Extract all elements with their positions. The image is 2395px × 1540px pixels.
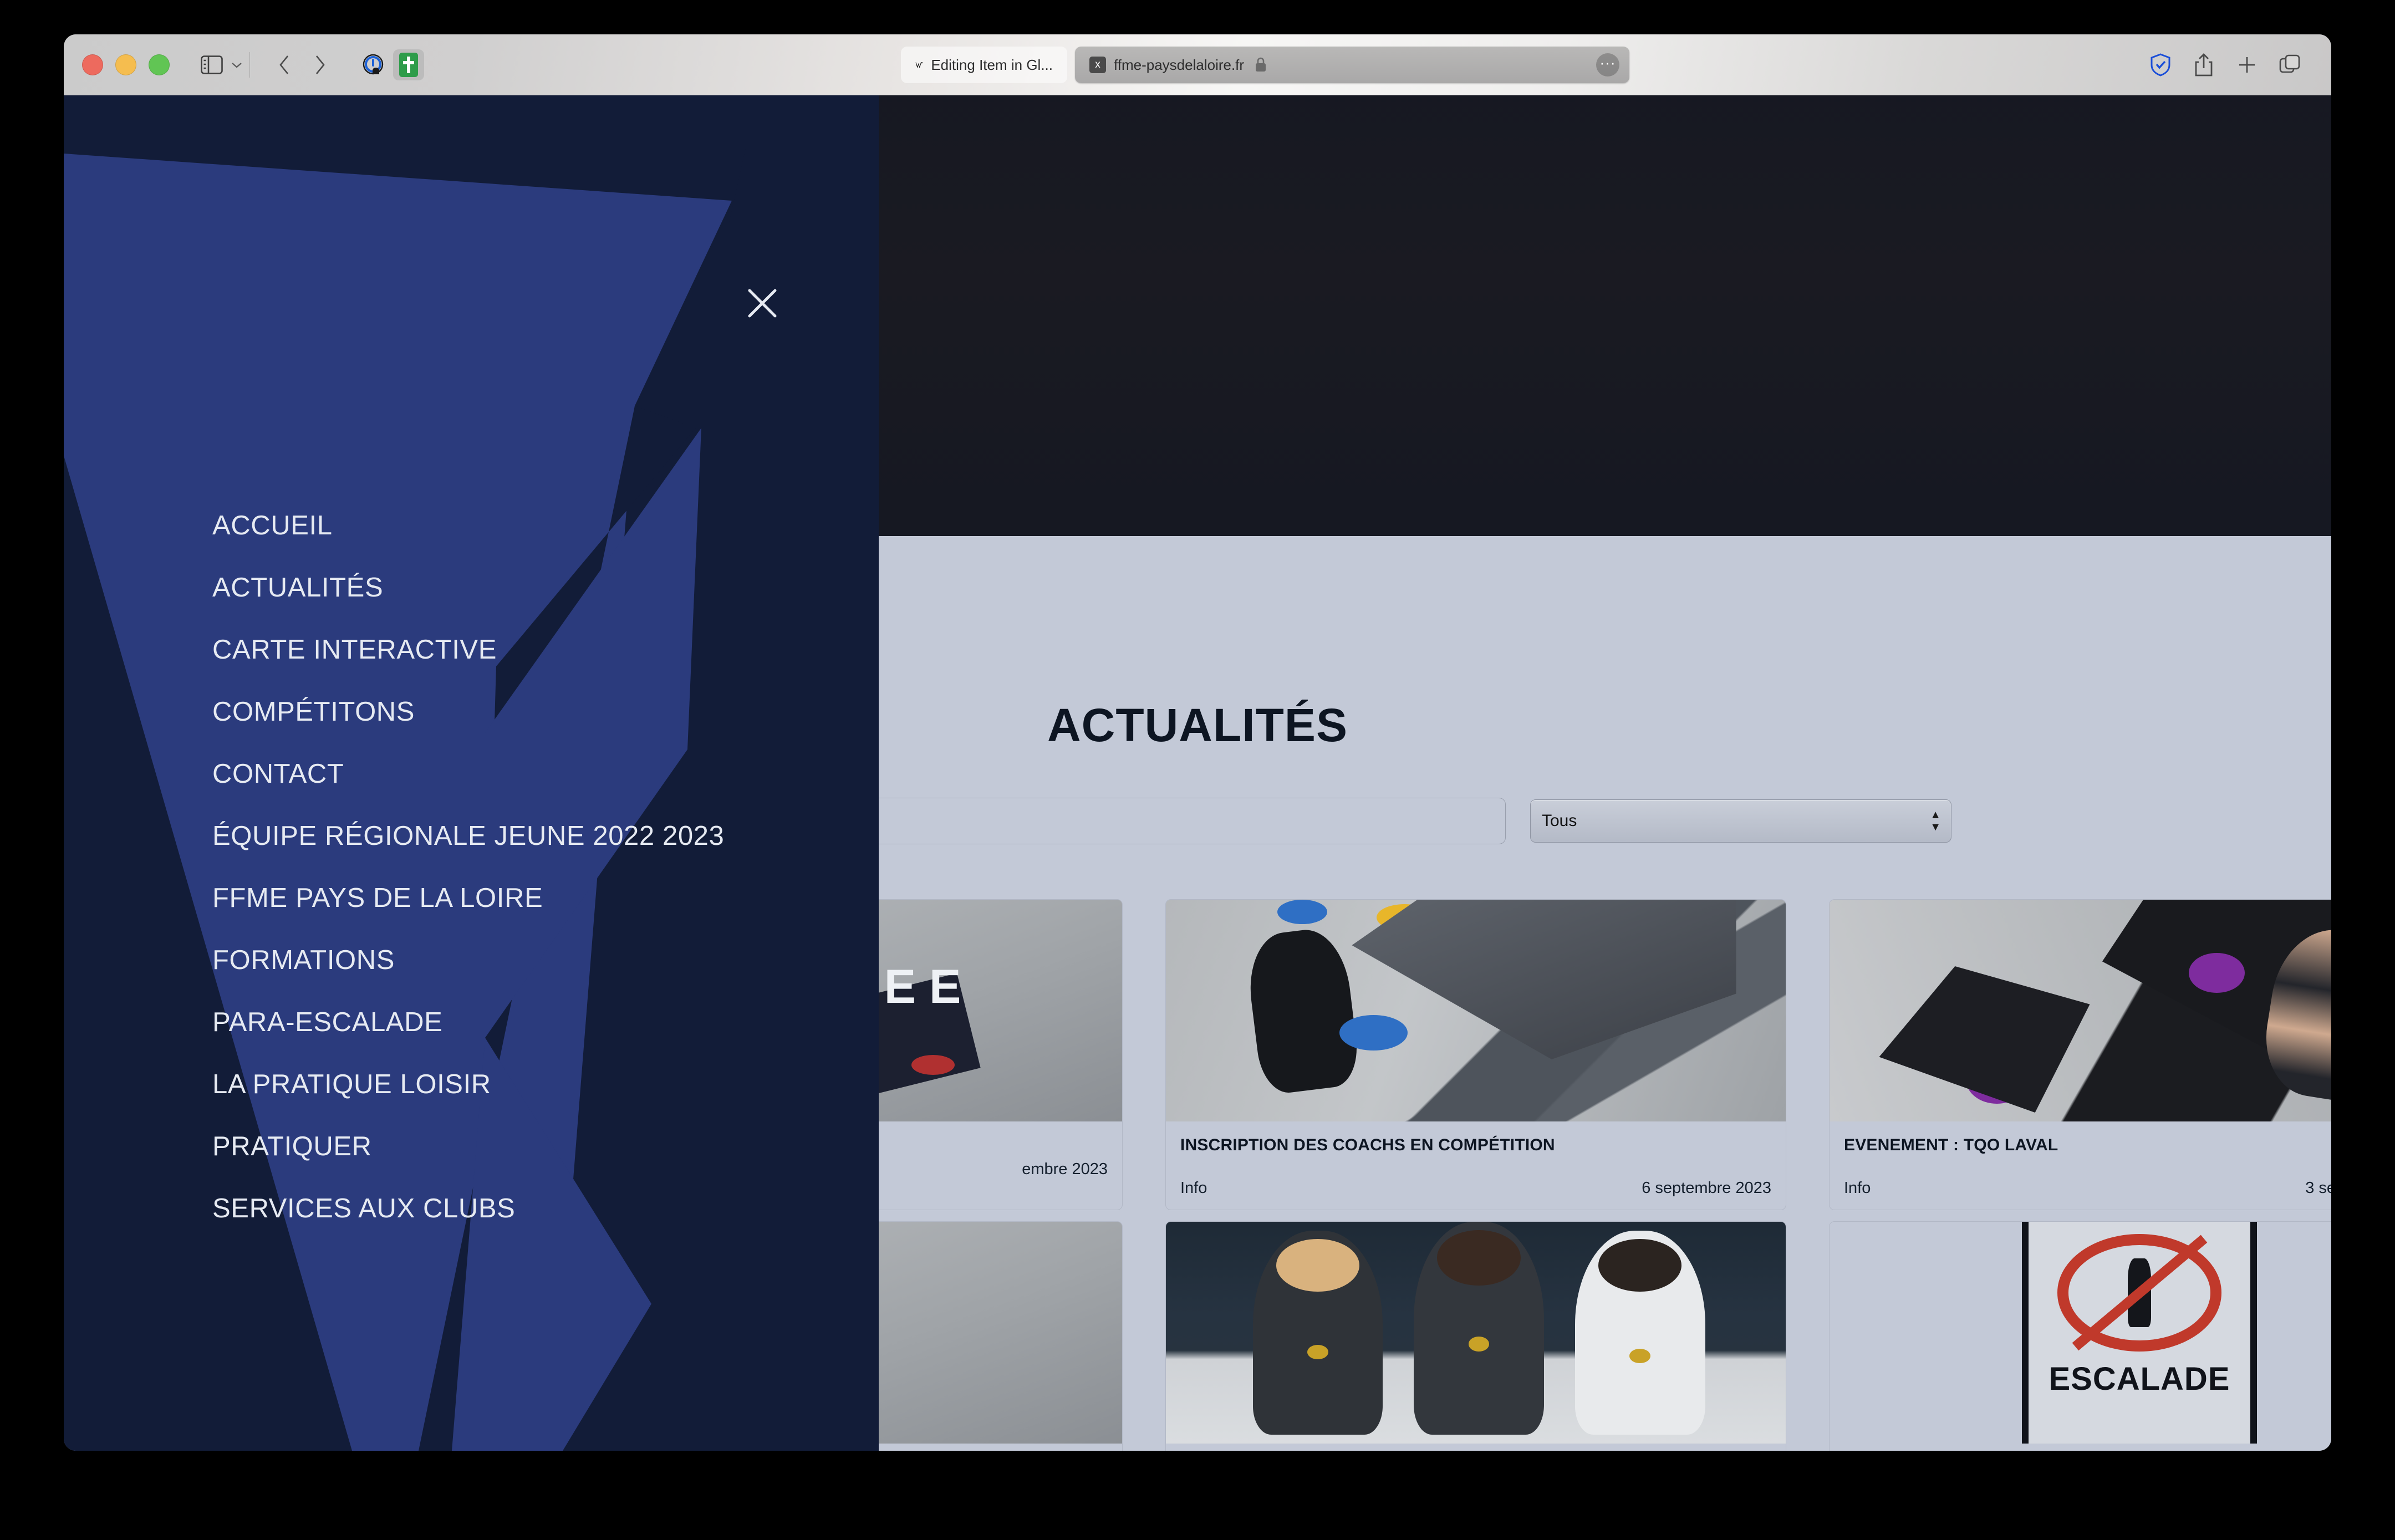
tab-ffme[interactable]: x ffme-paysdelaloire.fr ··· bbox=[1075, 47, 1629, 83]
climber-figure bbox=[2257, 921, 2331, 1109]
podium-athlete bbox=[1252, 1231, 1383, 1435]
reload-privacy-icon[interactable] bbox=[358, 49, 389, 80]
tab-title: Editing Item in Gl... bbox=[931, 56, 1053, 73]
tab-options-icon[interactable]: ··· bbox=[1596, 53, 1619, 77]
lock-icon bbox=[1256, 57, 1266, 72]
nav-item-para-escalade[interactable]: PARA-ESCALADE bbox=[212, 991, 724, 1053]
card-image bbox=[1830, 900, 2331, 1121]
category-select-value: Tous bbox=[1542, 812, 1577, 830]
stepper-arrows-icon: ▲ ▼ bbox=[1930, 809, 1941, 833]
card-image: ESCALADE bbox=[1830, 1222, 2331, 1444]
navigation-menu-overlay: ACCUEIL ACTUALITÉS CARTE INTERACTIVE COM… bbox=[64, 95, 879, 1451]
zoom-window-button[interactable] bbox=[149, 54, 170, 75]
privacy-shield-icon[interactable] bbox=[2145, 49, 2176, 80]
card-title: EVENEMENT : TQO LAVAL bbox=[1844, 1136, 2058, 1154]
card-category: Info bbox=[1180, 1179, 1207, 1197]
nav-item-accueil[interactable]: ACCUEIL bbox=[212, 494, 724, 557]
chevron-right-icon[interactable] bbox=[304, 49, 335, 80]
card-image bbox=[1166, 1222, 1786, 1444]
nav-item-actualites[interactable]: ACTUALITÉS bbox=[212, 557, 724, 619]
podium-athlete bbox=[1574, 1231, 1705, 1435]
chevron-left-icon[interactable] bbox=[269, 49, 300, 80]
wix-icon bbox=[915, 62, 923, 69]
nav-item-competitons[interactable]: COMPÉTITONS bbox=[212, 681, 724, 743]
card-body: IL L'A FAIT ! Info 3 septembre 2023 bbox=[1166, 1444, 1786, 1451]
tab-editing-item[interactable]: Editing Item in Gl... bbox=[901, 47, 1067, 83]
sidebar-icon[interactable] bbox=[196, 49, 227, 80]
card-body: EVENEMENT : TQO LAVAL Info 3 septembre 2… bbox=[1830, 1121, 2331, 1210]
nav-item-ffme-pays-de-la-loire[interactable]: FFME PAYS DE LA LOIRE bbox=[212, 867, 724, 929]
navigation-menu-list: ACCUEIL ACTUALITÉS CARTE INTERACTIVE COM… bbox=[212, 494, 724, 1240]
prohibition-sign: ESCALADE bbox=[2021, 1222, 2258, 1444]
news-card[interactable]: IL L'A FAIT ! Info 3 septembre 2023 bbox=[1165, 1221, 1786, 1451]
no-climbing-icon bbox=[2057, 1234, 2222, 1352]
news-card[interactable]: EVENEMENT : TQO LAVAL Info 3 septembre 2… bbox=[1829, 899, 2331, 1210]
share-icon[interactable] bbox=[2188, 49, 2219, 80]
tab-title: ffme-paysdelaloire.fr bbox=[1114, 56, 1245, 73]
news-card[interactable]: ESCALADE ESCALADE INTERDITE À PIERRE BLA… bbox=[1829, 1221, 2331, 1451]
nav-item-formations[interactable]: FORMATIONS bbox=[212, 929, 724, 991]
toolbar-divider bbox=[249, 52, 250, 78]
nav-item-carte-interactive[interactable]: CARTE INTERACTIVE bbox=[212, 619, 724, 681]
web-page: ACTUALITÉS Tous ▲ ▼ E E embre 2023 INSCR… bbox=[64, 95, 2331, 1451]
card-title: INSCRIPTION DES COACHS EN COMPÉTITION bbox=[1180, 1136, 1555, 1154]
card-category: Info bbox=[1844, 1179, 1871, 1197]
sign-text: ESCALADE bbox=[2049, 1360, 2230, 1397]
card-image-overlay-text: E E bbox=[884, 960, 961, 1013]
card-date: 6 septembre 2023 bbox=[1642, 1179, 1771, 1197]
chevron-down-icon[interactable] bbox=[227, 49, 246, 80]
nav-item-equipe-regionale-jeune[interactable]: ÉQUIPE RÉGIONALE JEUNE 2022 2023 bbox=[212, 805, 724, 867]
card-meta: Info 3 septembre 2023 bbox=[1844, 1179, 2331, 1197]
card-body: INSCRIPTION DES COACHS EN COMPÉTITION In… bbox=[1166, 1121, 1786, 1210]
card-image bbox=[1166, 900, 1786, 1121]
plus-icon[interactable] bbox=[2231, 49, 2262, 80]
tab-bar: Editing Item in Gl... x ffme-paysdelaloi… bbox=[901, 47, 1629, 83]
tab-overview-icon[interactable] bbox=[2275, 49, 2306, 80]
podium-athlete bbox=[1414, 1222, 1544, 1435]
x-square-icon: x bbox=[1089, 57, 1106, 73]
nav-item-services-aux-clubs[interactable]: SERVICES AUX CLUBS bbox=[212, 1177, 724, 1240]
toolbar-extras bbox=[358, 49, 424, 80]
minimize-window-button[interactable] bbox=[115, 54, 136, 75]
nav-item-la-pratique-loisir[interactable]: LA PRATIQUE LOISIR bbox=[212, 1053, 724, 1115]
close-window-button[interactable] bbox=[82, 54, 103, 75]
card-meta: Info 6 septembre 2023 bbox=[1180, 1179, 1771, 1197]
extension-icon[interactable] bbox=[393, 49, 424, 80]
card-body: ESCALADE INTERDITE À PIERRE BLANCHE Info… bbox=[1830, 1444, 2331, 1451]
news-card[interactable]: INSCRIPTION DES COACHS EN COMPÉTITION In… bbox=[1165, 899, 1786, 1210]
card-date: embre 2023 bbox=[1022, 1160, 1108, 1178]
close-menu-button[interactable] bbox=[737, 278, 787, 328]
card-date: 3 septembre 2023 bbox=[2305, 1179, 2331, 1197]
category-select[interactable]: Tous ▲ ▼ bbox=[1530, 799, 1951, 843]
toolbar-right-group bbox=[2145, 49, 2306, 80]
nav-item-contact[interactable]: CONTACT bbox=[212, 743, 724, 805]
nav-item-pratiquer[interactable]: PRATIQUER bbox=[212, 1115, 724, 1177]
window-controls bbox=[82, 54, 170, 75]
safari-window: Editing Item in Gl... x ffme-paysdelaloi… bbox=[64, 34, 2331, 1451]
browser-toolbar: Editing Item in Gl... x ffme-paysdelaloi… bbox=[64, 34, 2331, 95]
